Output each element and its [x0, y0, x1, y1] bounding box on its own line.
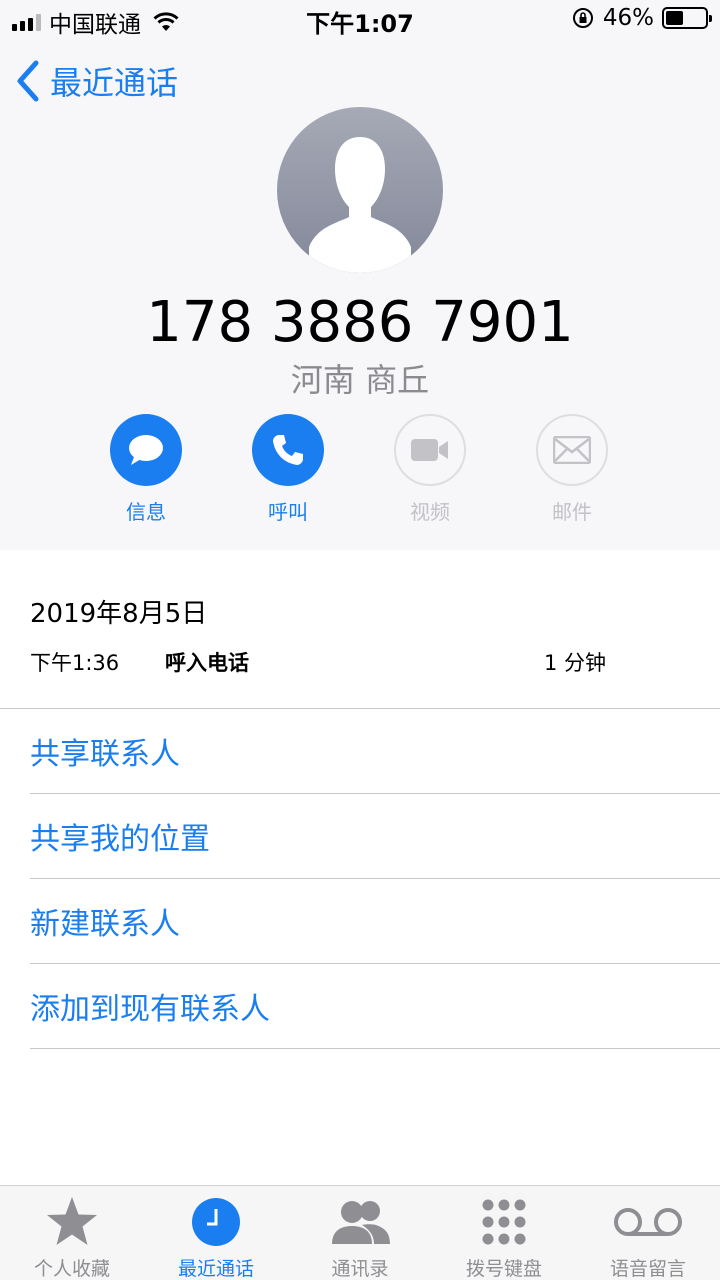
call-duration: 1 分钟 — [544, 651, 607, 675]
message-icon — [129, 435, 163, 465]
tab-voicemail[interactable]: 语音留言 — [578, 1194, 718, 1280]
clock-icon — [192, 1198, 240, 1246]
rotation-lock-icon — [572, 8, 593, 28]
mail-label: 邮件 — [552, 500, 592, 524]
tab-label: 通讯录 — [331, 1258, 389, 1280]
message-label: 信息 — [126, 500, 166, 524]
call-button[interactable]: 呼叫 — [238, 414, 338, 525]
call-label: 呼叫 — [268, 500, 308, 524]
message-button[interactable]: 信息 — [96, 414, 196, 525]
battery-icon — [662, 7, 712, 29]
keypad-icon — [482, 1199, 526, 1245]
add-to-existing-contact-button[interactable]: 添加到现有联系人 — [30, 964, 720, 1049]
status-bar: 中国联通 下午1:07 46% — [0, 0, 720, 40]
tab-label: 拨号键盘 — [465, 1258, 542, 1280]
video-button[interactable]: 视频 — [380, 414, 480, 525]
tab-label: 语音留言 — [609, 1258, 686, 1280]
video-label: 视频 — [410, 500, 450, 524]
tab-favorites[interactable]: 个人收藏 — [2, 1194, 142, 1280]
star-icon — [47, 1197, 97, 1245]
call-type: 呼入电话 — [165, 651, 249, 675]
share-contact-button[interactable]: 共享联系人 — [30, 709, 720, 794]
phone-location: 河南 商丘 — [290, 361, 430, 399]
phone-number: 178 3886 7901 — [146, 290, 574, 355]
new-contact-button[interactable]: 新建联系人 — [30, 879, 720, 964]
person-silhouette-icon — [309, 137, 411, 273]
voicemail-icon — [614, 1208, 682, 1236]
call-date: 2019年8月5日 — [30, 599, 208, 629]
call-time: 下午1:36 — [30, 651, 120, 675]
avatar — [277, 107, 443, 273]
tab-label: 个人收藏 — [33, 1258, 110, 1280]
back-button[interactable]: 最近通话 — [14, 58, 178, 104]
phone-icon — [273, 435, 303, 465]
tab-label: 最近通话 — [177, 1258, 254, 1280]
chevron-left-icon — [17, 60, 39, 102]
contacts-icon — [332, 1201, 390, 1244]
battery-percent: 46% — [602, 5, 654, 31]
share-location-button[interactable]: 共享我的位置 — [30, 794, 720, 879]
call-log-row: 下午1:36 呼入电话 1 分钟 — [30, 647, 630, 677]
tab-keypad[interactable]: 拨号键盘 — [434, 1194, 574, 1280]
tab-contacts[interactable]: 通讯录 — [290, 1194, 430, 1280]
mail-icon — [553, 436, 591, 464]
mail-button[interactable]: 邮件 — [522, 414, 622, 525]
tab-recents[interactable]: 最近通话 — [146, 1194, 286, 1280]
back-label: 最近通话 — [50, 64, 179, 102]
video-icon — [411, 439, 448, 461]
tab-bar: 个人收藏 最近通话 通讯录 拨号键盘 语音留言 — [0, 1185, 720, 1280]
